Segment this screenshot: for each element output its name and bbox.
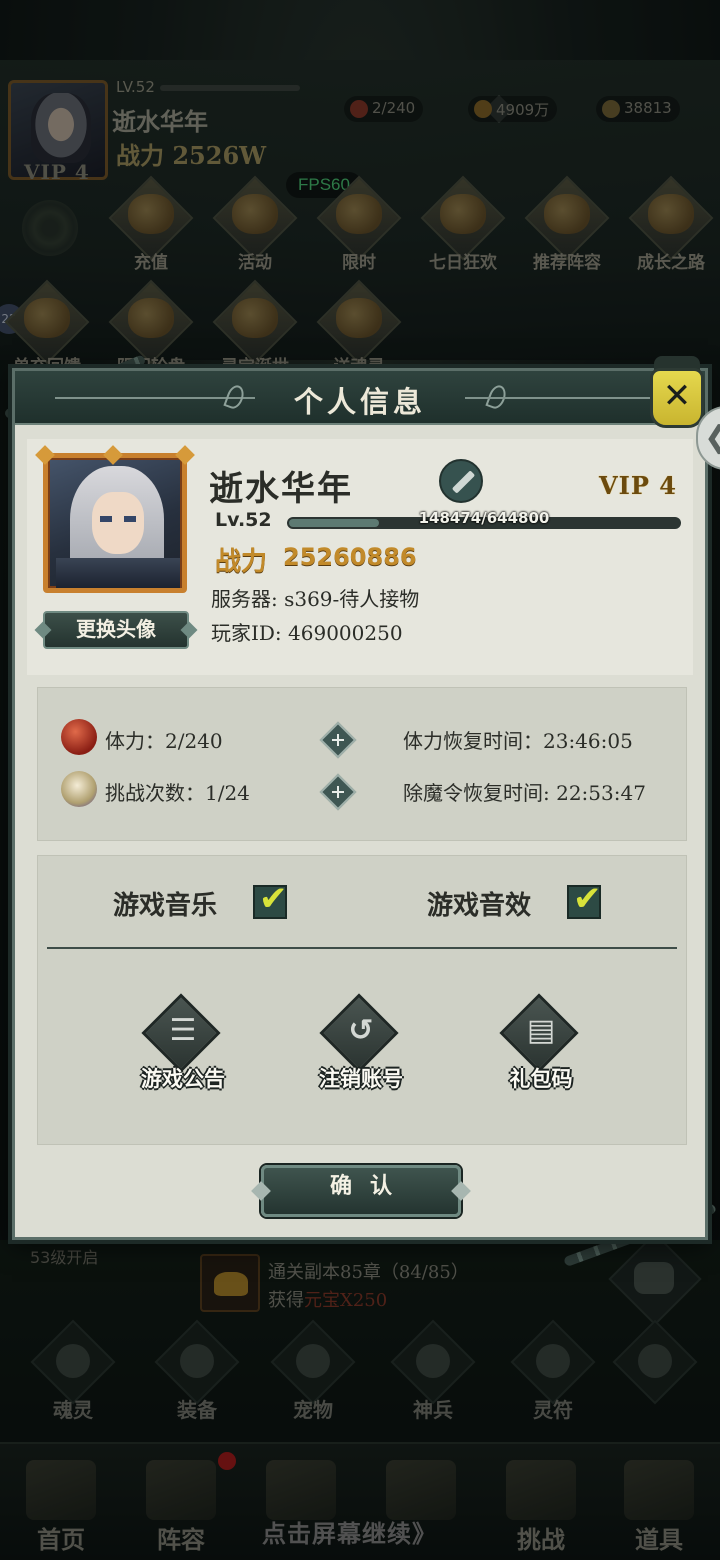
player-id[interactable]: 玩家ID: 469000250 <box>211 617 403 646</box>
gift-code-label: 礼包码 <box>509 1066 573 1091</box>
logout-button[interactable]: ↺ 注销账号 <box>301 993 421 1111</box>
rename-button[interactable] <box>439 459 483 503</box>
stats-panel <box>37 687 687 841</box>
challenge-token-icon <box>61 771 97 807</box>
player-level: Lv.52 <box>215 509 272 531</box>
pencil-icon <box>451 470 476 494</box>
checkmark-icon: ✔ <box>573 879 602 919</box>
undo-icon: ↺ <box>348 1013 374 1048</box>
stamina-count: 体力：2/240 <box>105 729 223 753</box>
token-recover-time: 除魔令恢复时间: 22:53:47 <box>403 781 646 805</box>
settings-divider <box>47 947 677 949</box>
server-info: 服务器: s369-待人接物 <box>211 587 420 611</box>
confirm-label: 确认 <box>329 1173 410 1199</box>
sfx-checkbox[interactable]: ✔ <box>567 879 602 919</box>
dialog-title: 个人信息 <box>293 385 426 419</box>
document-icon: ▤ <box>526 1013 556 1048</box>
portrait-eyes <box>100 516 136 522</box>
confirm-button[interactable]: 确认 <box>261 1165 461 1217</box>
portrait-face <box>92 492 144 554</box>
music-label: 游戏音乐 <box>113 891 218 921</box>
notice-label: 游戏公告 <box>141 1066 225 1091</box>
vip-badge[interactable]: VIP 4 <box>599 471 677 500</box>
power-value: 25260886 <box>283 543 417 571</box>
exp-text: 148474/644800 <box>418 509 550 527</box>
close-icon: ✕ <box>662 376 692 416</box>
gift-code-button[interactable]: ▤ 礼包码 <box>481 993 601 1111</box>
music-checkbox[interactable]: ✔ <box>253 879 288 919</box>
sfx-label: 游戏音效 <box>427 891 532 921</box>
change-avatar-button[interactable]: 更换头像 <box>43 611 189 649</box>
player-portrait[interactable] <box>35 445 195 593</box>
stamina-recover-time: 体力恢复时间：23:46:05 <box>403 729 633 753</box>
checkmark-icon: ✔ <box>259 879 288 919</box>
stamina-orb-icon <box>61 719 97 755</box>
logout-label: 注销账号 <box>319 1066 403 1091</box>
notice-icon: ☰ <box>169 1013 197 1048</box>
profile-dialog: 个人信息 撤 鐵 更换头像 逝水华年 VIP 4 Lv.52 148474/64… <box>12 368 708 1240</box>
dialog-header: 个人信息 <box>15 371 705 425</box>
power-label: 战力 <box>215 547 268 577</box>
player-name: 逝水华年 <box>209 469 353 509</box>
portrait-armor <box>56 558 180 588</box>
game-notice-button[interactable]: ☰ 游戏公告 <box>123 993 243 1111</box>
chevron-left-icon: ❮ <box>704 420 720 455</box>
challenge-count: 挑战次数：1/24 <box>105 781 250 805</box>
